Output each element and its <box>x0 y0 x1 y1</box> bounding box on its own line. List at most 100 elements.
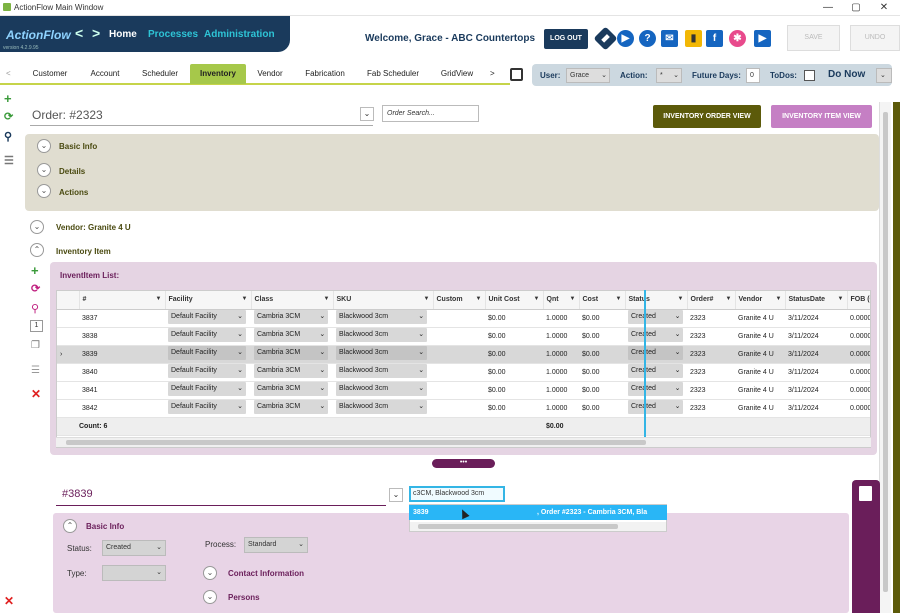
table-cell[interactable]: Cambria 3CM ⌄ <box>251 327 333 346</box>
cell-select[interactable]: Blackwood 3cm ⌄ <box>336 400 428 414</box>
section-details[interactable]: Details <box>59 167 85 176</box>
table-cell[interactable]: $0.00 <box>579 381 625 400</box>
table-cell[interactable]: Default Facility ⌄ <box>165 327 251 346</box>
table-cell[interactable]: 3/11/2024 <box>785 309 847 328</box>
table-cell[interactable]: Default Facility ⌄ <box>165 363 251 382</box>
table-cell[interactable]: 3840 <box>79 363 165 382</box>
scrollbar-thumb[interactable] <box>883 112 888 592</box>
close-button[interactable]: ✕ <box>874 2 894 13</box>
table-row[interactable]: › 3839 Default Facility ⌄ Cambria 3CM ⌄ Blackw… <box>57 345 870 364</box>
table-cell[interactable]: $0.00 <box>485 381 543 400</box>
filter-icon[interactable]: ▼ <box>242 296 248 302</box>
cell-select[interactable]: Default Facility ⌄ <box>168 382 247 396</box>
table-row[interactable]: 3842 Default Facility ⌄ Cambria 3CM ⌄ Blackwo… <box>57 399 870 418</box>
search-items-icon[interactable]: ⚲ <box>31 302 39 315</box>
cell-select[interactable]: Created⌄ <box>628 328 684 342</box>
cell-select[interactable]: Blackwood 3cm ⌄ <box>336 382 428 396</box>
inventory-grid[interactable]: # ▼ Facility ▼ Class ▼ SKU ▼ Custom ▼ Unit Co… <box>56 290 871 448</box>
table-cell[interactable]: Granite 4 U <box>735 327 785 346</box>
chevron-up-icon[interactable]: ⌃ <box>63 519 77 533</box>
table-cell[interactable]: Blackwood 3cm ⌄ <box>333 381 433 400</box>
user-select[interactable]: Grace ⌄ <box>566 68 610 83</box>
action-select[interactable]: * ⌄ <box>656 68 682 83</box>
column-header[interactable]: FOB (Ordered C <box>847 291 870 310</box>
tab-customer[interactable]: Customer <box>24 69 76 78</box>
table-cell[interactable]: Granite 4 U <box>735 345 785 364</box>
table-cell[interactable]: Created⌄ <box>625 363 687 382</box>
cell-select[interactable]: Created⌄ <box>628 382 684 396</box>
table-cell[interactable]: Cambria 3CM ⌄ <box>251 309 333 328</box>
table-cell[interactable]: $0.00 <box>579 345 625 364</box>
table-cell[interactable] <box>433 327 485 346</box>
table-cell[interactable]: 1.0000 <box>543 327 579 346</box>
order-search-input[interactable]: Order Search... <box>382 105 479 122</box>
table-cell[interactable]: 2323 <box>687 345 735 364</box>
nav-home[interactable]: Home <box>109 29 137 40</box>
document-icon[interactable] <box>859 486 872 501</box>
page-scrollbar[interactable] <box>879 102 891 613</box>
table-cell[interactable] <box>433 381 485 400</box>
play-icon[interactable]: ▶ <box>617 30 634 47</box>
chevron-down-icon[interactable]: ⌄ <box>37 163 51 177</box>
cell-select[interactable]: Default Facility ⌄ <box>168 364 247 378</box>
filter-icon[interactable]: ▼ <box>678 296 684 302</box>
help-icon[interactable]: ? <box>639 30 656 47</box>
table-cell[interactable]: 1.0000 <box>543 345 579 364</box>
film-icon[interactable] <box>510 68 523 81</box>
save-button[interactable]: SAVE <box>787 25 840 51</box>
refresh-icon[interactable]: ⟳ <box>4 110 13 123</box>
cell-select[interactable]: Default Facility ⌄ <box>168 346 247 360</box>
table-cell[interactable]: 3/11/2024 <box>785 363 847 382</box>
delete-icon[interactable]: ✕ <box>4 594 14 608</box>
nav-administration[interactable]: Administration <box>204 29 275 40</box>
table-cell[interactable]: $0.00 <box>485 309 543 328</box>
table-cell[interactable]: Blackwood 3cm ⌄ <box>333 345 433 364</box>
table-cell[interactable]: 0.0000 <box>847 399 870 418</box>
table-cell[interactable]: Default Facility ⌄ <box>165 381 251 400</box>
column-header[interactable]: Cost ▼ <box>579 291 626 310</box>
video-icon[interactable]: ▶ <box>754 30 771 47</box>
table-cell[interactable]: $0.00 <box>579 327 625 346</box>
table-cell[interactable]: Created⌄ <box>625 309 687 328</box>
table-row[interactable]: 3838 Default Facility ⌄ Cambria 3CM ⌄ Blackwo… <box>57 327 870 346</box>
table-cell[interactable] <box>433 363 485 382</box>
table-cell[interactable]: Granite 4 U <box>735 363 785 382</box>
do-now-label[interactable]: Do Now <box>828 69 865 80</box>
table-cell[interactable]: 1.0000 <box>543 363 579 382</box>
table-cell[interactable]: Blackwood 3cm ⌄ <box>333 363 433 382</box>
filter-icon[interactable]: ▼ <box>570 296 576 302</box>
maximize-button[interactable]: ▢ <box>846 2 866 13</box>
item-dropdown[interactable]: ⌄ <box>389 488 403 502</box>
filter-icon[interactable]: ▼ <box>616 296 622 302</box>
persons-section[interactable]: Persons <box>228 593 260 602</box>
nav-processes[interactable]: Processes <box>148 29 198 40</box>
table-cell[interactable] <box>433 309 485 328</box>
cell-select[interactable]: Created⌄ <box>628 364 684 378</box>
table-cell[interactable]: 0.0000 <box>847 381 870 400</box>
table-cell[interactable]: Cambria 3CM ⌄ <box>251 399 333 418</box>
table-cell[interactable]: Default Facility ⌄ <box>165 309 251 328</box>
table-cell[interactable]: $0.00 <box>579 399 625 418</box>
add-item-icon[interactable]: + <box>31 263 39 278</box>
table-cell[interactable]: 2323 <box>687 327 735 346</box>
item-search-input[interactable]: c3CM, Blackwood 3cm <box>409 486 505 502</box>
search-icon[interactable]: ⚲ <box>4 130 12 143</box>
table-cell[interactable]: Default Facility ⌄ <box>165 345 251 364</box>
table-cell[interactable]: Created⌄ <box>625 399 687 418</box>
table-cell[interactable]: Granite 4 U <box>735 309 785 328</box>
column-header[interactable]: Unit Cost ▼ <box>485 291 544 310</box>
cell-select[interactable]: Cambria 3CM ⌄ <box>254 382 329 396</box>
table-cell[interactable]: 3837 <box>79 309 165 328</box>
filter-icon[interactable]: ▼ <box>726 296 732 302</box>
cell-select[interactable]: Cambria 3CM ⌄ <box>254 400 329 414</box>
add-icon[interactable]: + <box>4 91 12 106</box>
logout-button[interactable]: LOG OUT <box>544 29 588 49</box>
inventory-item-view-button[interactable]: INVENTORY ITEM VIEW <box>771 105 872 128</box>
order-dropdown[interactable]: ⌄ <box>360 107 374 121</box>
nav-forward-button[interactable]: > <box>92 25 100 41</box>
filter-icon[interactable]: ▼ <box>838 296 844 302</box>
table-cell[interactable]: 1.0000 <box>543 309 579 328</box>
minimize-button[interactable]: — <box>818 2 838 13</box>
table-row[interactable]: 3841 Default Facility ⌄ Cambria 3CM ⌄ Blackwo… <box>57 381 870 400</box>
table-cell[interactable]: 1.0000 <box>543 381 579 400</box>
